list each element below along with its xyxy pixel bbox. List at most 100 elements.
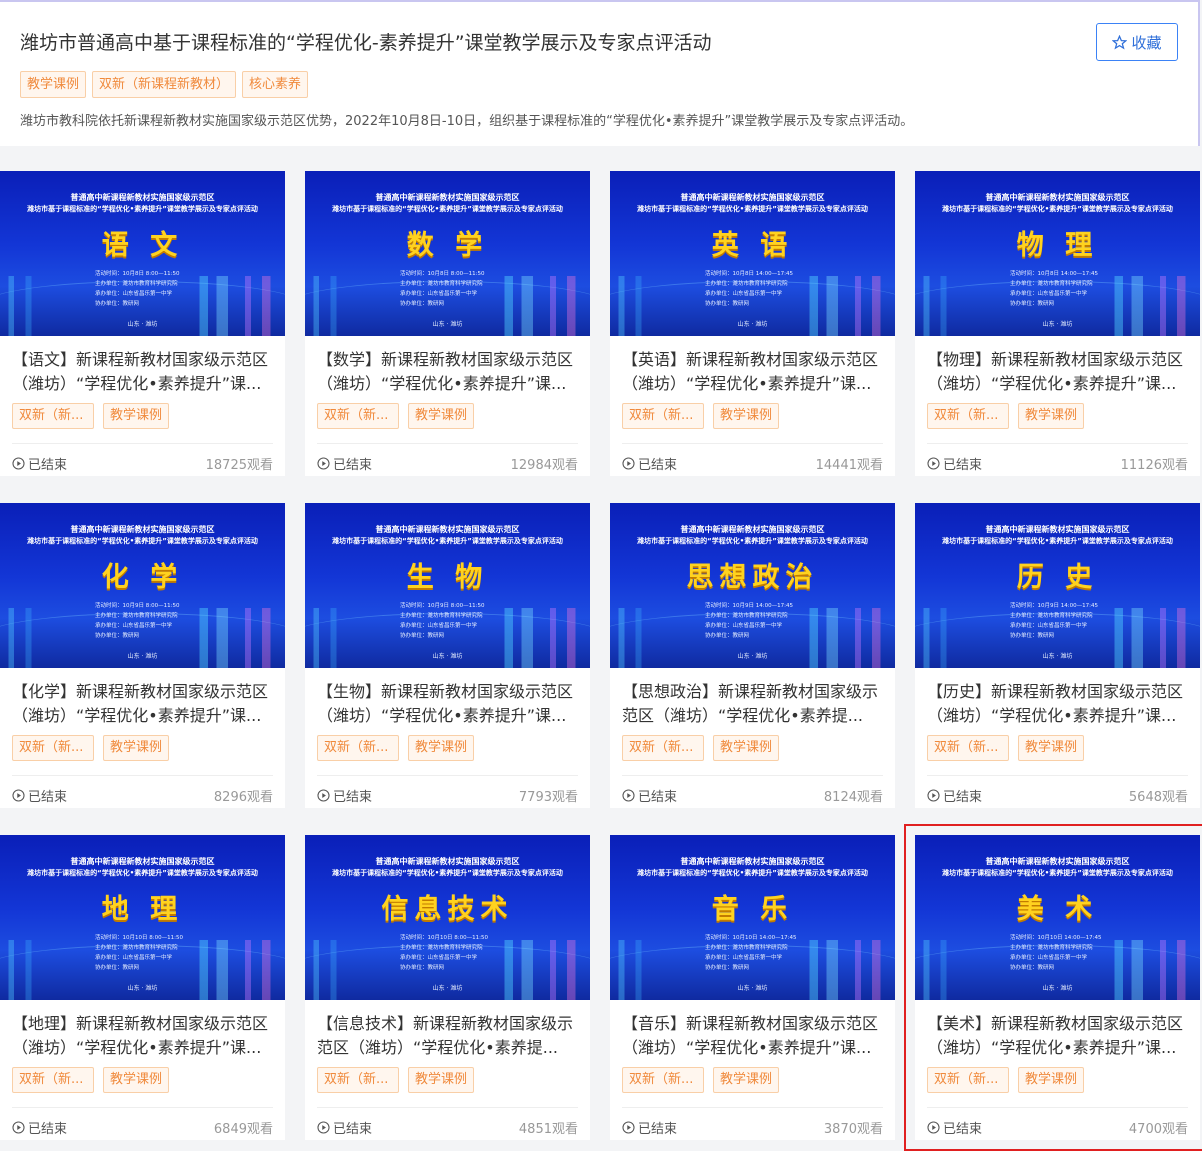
thumbnail-time: 活动时间：10月9日 14:00—17:45 xyxy=(1010,603,1098,609)
course-tag[interactable]: 教学课例 xyxy=(713,735,780,761)
activity-tag[interactable]: 核心素养 xyxy=(242,71,309,98)
course-thumbnail[interactable]: 普通高中新课程新教材实施国家级示范区 潍坊市基于课程标准的“学程优化•素养提升”… xyxy=(305,171,590,336)
course-title[interactable]: 【生物】新课程新教材国家级示范区（潍坊）“学程优化•素养提升”课... xyxy=(317,680,585,728)
activity-tag[interactable]: 双新（新课程新教材） xyxy=(92,71,237,98)
play-circle-icon xyxy=(927,1121,940,1134)
thumbnail-undertake: 承办单位：山东省昌乐第一中学 xyxy=(95,955,173,961)
course-status: 已结束 xyxy=(927,1118,982,1137)
course-tag[interactable]: 教学课例 xyxy=(1018,1067,1085,1093)
course-thumbnail[interactable]: 普通高中新课程新教材实施国家级示范区 潍坊市基于课程标准的“学程优化•素养提升”… xyxy=(915,171,1200,336)
thumbnail-host: 主办单位：潍坊市教育科学研究院 xyxy=(1010,613,1093,619)
course-card[interactable]: 普通高中新课程新教材实施国家级示范区 潍坊市基于课程标准的“学程优化•素养提升”… xyxy=(610,171,895,476)
course-tag[interactable]: 双新（新... xyxy=(317,735,399,761)
course-tag[interactable]: 教学课例 xyxy=(408,403,475,429)
thumbnail-subject: 美 术 xyxy=(1016,894,1099,925)
thumbnail-info: 活动时间：10月9日 8:00—11:50 主办单位：潍坊市教育科学研究院 承办… xyxy=(95,601,179,641)
course-tag[interactable]: 教学课例 xyxy=(713,1067,780,1093)
course-thumbnail[interactable]: 普通高中新课程新教材实施国家级示范区 潍坊市基于课程标准的“学程优化•素养提升”… xyxy=(610,835,895,1000)
course-card[interactable]: 普通高中新课程新教材实施国家级示范区 潍坊市基于课程标准的“学程优化•素养提升”… xyxy=(0,171,285,476)
course-tag[interactable]: 双新（新... xyxy=(622,403,704,429)
course-tag[interactable]: 双新（新... xyxy=(12,735,94,761)
course-title[interactable]: 【数学】新课程新教材国家级示范区（潍坊）“学程优化•素养提升”课... xyxy=(317,348,585,396)
course-status: 已结束 xyxy=(622,786,677,805)
course-tag[interactable]: 教学课例 xyxy=(408,735,475,761)
course-tag[interactable]: 双新（新... xyxy=(927,735,1009,761)
card-divider xyxy=(317,1107,578,1108)
favorite-button[interactable]: 收藏 xyxy=(1096,23,1178,61)
thumbnail-undertake: 承办单位：山东省昌乐第一中学 xyxy=(1010,955,1088,961)
course-title[interactable]: 【物理】新课程新教材国家级示范区（潍坊）“学程优化•素养提升”课... xyxy=(927,348,1195,396)
course-card[interactable]: 普通高中新课程新教材实施国家级示范区 潍坊市基于课程标准的“学程优化•素养提升”… xyxy=(610,835,895,1140)
course-tag[interactable]: 教学课例 xyxy=(408,1067,475,1093)
course-tag[interactable]: 双新（新... xyxy=(317,1067,399,1093)
course-views: 12984观看 xyxy=(510,458,578,473)
card-divider xyxy=(317,775,578,776)
course-thumbnail[interactable]: 普通高中新课程新教材实施国家级示范区 潍坊市基于课程标准的“学程优化•素养提升”… xyxy=(915,503,1200,668)
course-thumbnail[interactable]: 普通高中新课程新教材实施国家级示范区 潍坊市基于课程标准的“学程优化•素养提升”… xyxy=(610,171,895,336)
thumbnail-info: 活动时间：10月10日 14:00—17:45 主办单位：潍坊市教育科学研究院 … xyxy=(1010,933,1101,973)
course-tag[interactable]: 双新（新... xyxy=(12,403,94,429)
course-status-label: 已结束 xyxy=(333,458,373,473)
course-tag[interactable]: 双新（新... xyxy=(927,403,1009,429)
thumbnail-signature: 山东 · 潍坊 xyxy=(737,985,768,992)
thumbnail-headline: 普通高中新课程新教材实施国家级示范区 xyxy=(680,193,825,202)
activity-tag[interactable]: 教学课例 xyxy=(20,71,87,98)
course-tag[interactable]: 双新（新... xyxy=(622,735,704,761)
course-tags: 双新（新... 教学课例 xyxy=(927,1067,1085,1093)
course-thumbnail[interactable]: 普通高中新课程新教材实施国家级示范区 潍坊市基于课程标准的“学程优化•素养提升”… xyxy=(0,503,285,668)
thumbnail-host: 主办单位：潍坊市教育科学研究院 xyxy=(1010,945,1093,951)
thumbnail-info: 活动时间：10月10日 8:00—11:50 主办单位：潍坊市教育科学研究院 承… xyxy=(400,933,488,973)
thumbnail-time: 活动时间：10月10日 14:00—17:45 xyxy=(705,935,797,941)
play-circle-icon xyxy=(622,789,635,802)
thumbnail-info: 活动时间：10月10日 14:00—17:45 主办单位：潍坊市教育科学研究院 … xyxy=(705,933,796,973)
course-thumbnail[interactable]: 普通高中新课程新教材实施国家级示范区 潍坊市基于课程标准的“学程优化•素养提升”… xyxy=(610,503,895,668)
course-tag[interactable]: 双新（新... xyxy=(317,403,399,429)
course-tag[interactable]: 教学课例 xyxy=(103,403,170,429)
course-title[interactable]: 【地理】新课程新教材国家级示范区（潍坊）“学程优化•素养提升”课... xyxy=(12,1012,280,1060)
course-thumbnail[interactable]: 普通高中新课程新教材实施国家级示范区 潍坊市基于课程标准的“学程优化•素养提升”… xyxy=(0,835,285,1000)
course-card[interactable]: 普通高中新课程新教材实施国家级示范区 潍坊市基于课程标准的“学程优化•素养提升”… xyxy=(0,835,285,1140)
course-title[interactable]: 【历史】新课程新教材国家级示范区（潍坊）“学程优化•素养提升”课... xyxy=(927,680,1195,728)
course-title[interactable]: 【美术】新课程新教材国家级示范区（潍坊）“学程优化•素养提升”课... xyxy=(927,1012,1195,1060)
course-tag[interactable]: 双新（新... xyxy=(622,1067,704,1093)
course-views: 3870观看 xyxy=(823,1122,883,1137)
course-tag[interactable]: 双新（新... xyxy=(927,1067,1009,1093)
course-views: 8296观看 xyxy=(213,790,273,805)
play-circle-icon xyxy=(317,789,330,802)
thumbnail-subject: 音 乐 xyxy=(711,894,794,925)
thumbnail-signature: 山东 · 潍坊 xyxy=(127,321,158,328)
course-tag[interactable]: 教学课例 xyxy=(103,735,170,761)
course-thumbnail[interactable]: 普通高中新课程新教材实施国家级示范区 潍坊市基于课程标准的“学程优化•素养提升”… xyxy=(305,503,590,668)
thumbnail-assist: 协办单位：教研网 xyxy=(95,633,140,639)
course-card[interactable]: 普通高中新课程新教材实施国家级示范区 潍坊市基于课程标准的“学程优化•素养提升”… xyxy=(305,171,590,476)
course-tag[interactable]: 教学课例 xyxy=(1018,735,1085,761)
course-title[interactable]: 【信息技术】新课程新教材国家级示范区（潍坊）“学程优化•素养提... xyxy=(317,1012,585,1060)
course-thumbnail[interactable]: 普通高中新课程新教材实施国家级示范区 潍坊市基于课程标准的“学程优化•素养提升”… xyxy=(915,835,1200,1000)
course-tag[interactable]: 双新（新... xyxy=(12,1067,94,1093)
course-title[interactable]: 【思想政治】新课程新教材国家级示范区（潍坊）“学程优化•素养提... xyxy=(622,680,890,728)
course-tag[interactable]: 教学课例 xyxy=(713,403,780,429)
thumbnail-subheadline: 潍坊市基于课程标准的“学程优化•素养提升”课堂教学展示及专家点评活动 xyxy=(637,205,868,213)
course-title[interactable]: 【英语】新课程新教材国家级示范区（潍坊）“学程优化•素养提升”课... xyxy=(622,348,890,396)
thumbnail-undertake: 承办单位：山东省昌乐第一中学 xyxy=(95,623,173,629)
thumbnail-signature: 山东 · 潍坊 xyxy=(1042,653,1073,660)
thumbnail-subheadline: 潍坊市基于课程标准的“学程优化•素养提升”课堂教学展示及专家点评活动 xyxy=(27,205,258,213)
course-tag[interactable]: 教学课例 xyxy=(1018,403,1085,429)
course-card[interactable]: 普通高中新课程新教材实施国家级示范区 潍坊市基于课程标准的“学程优化•素养提升”… xyxy=(305,835,590,1140)
course-card[interactable]: 普通高中新课程新教材实施国家级示范区 潍坊市基于课程标准的“学程优化•素养提升”… xyxy=(915,171,1200,476)
course-title[interactable]: 【语文】新课程新教材国家级示范区（潍坊）“学程优化•素养提升”课... xyxy=(12,348,280,396)
thumbnail-undertake: 承办单位：山东省昌乐第一中学 xyxy=(705,623,783,629)
course-card[interactable]: 普通高中新课程新教材实施国家级示范区 潍坊市基于课程标准的“学程优化•素养提升”… xyxy=(305,503,590,808)
play-circle-icon xyxy=(317,457,330,470)
course-tag[interactable]: 教学课例 xyxy=(103,1067,170,1093)
course-card[interactable]: 普通高中新课程新教材实施国家级示范区 潍坊市基于课程标准的“学程优化•素养提升”… xyxy=(904,824,1202,1151)
course-card[interactable]: 普通高中新课程新教材实施国家级示范区 潍坊市基于课程标准的“学程优化•素养提升”… xyxy=(610,503,895,808)
thumbnail-subject: 语 文 xyxy=(101,230,184,261)
course-thumbnail[interactable]: 普通高中新课程新教材实施国家级示范区 潍坊市基于课程标准的“学程优化•素养提升”… xyxy=(305,835,590,1000)
course-title[interactable]: 【化学】新课程新教材国家级示范区（潍坊）“学程优化•素养提升”课... xyxy=(12,680,280,728)
course-title[interactable]: 【音乐】新课程新教材国家级示范区（潍坊）“学程优化•素养提升”课... xyxy=(622,1012,890,1060)
course-card[interactable]: 普通高中新课程新教材实施国家级示范区 潍坊市基于课程标准的“学程优化•素养提升”… xyxy=(0,503,285,808)
course-thumbnail[interactable]: 普通高中新课程新教材实施国家级示范区 潍坊市基于课程标准的“学程优化•素养提升”… xyxy=(0,171,285,336)
course-card[interactable]: 普通高中新课程新教材实施国家级示范区 潍坊市基于课程标准的“学程优化•素养提升”… xyxy=(915,503,1200,808)
thumbnail-host: 主办单位：潍坊市教育科学研究院 xyxy=(705,945,788,951)
